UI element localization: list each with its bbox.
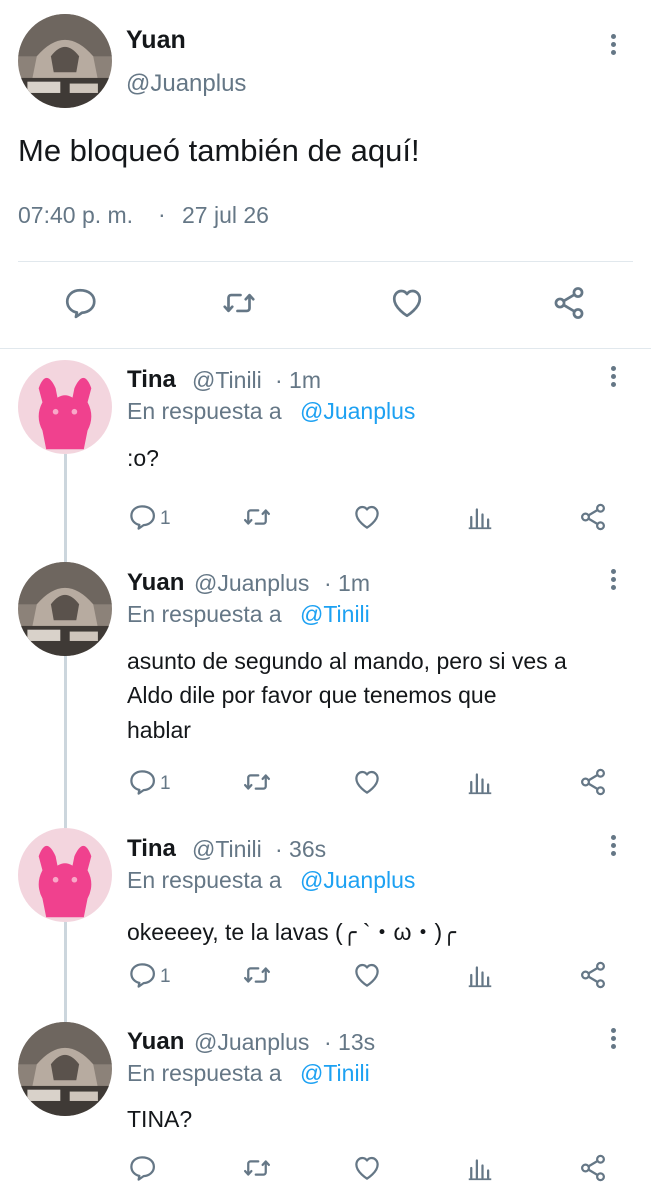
divider <box>18 261 633 262</box>
tweet-meta-separator: · <box>158 201 166 227</box>
reply-icon[interactable] <box>62 285 98 321</box>
like-icon[interactable] <box>352 502 382 532</box>
reply-count: 1 <box>160 773 171 794</box>
more-options-icon[interactable] <box>608 34 618 60</box>
divider <box>0 348 651 349</box>
more-options-icon[interactable] <box>608 569 618 595</box>
avatar-image <box>18 1022 112 1116</box>
reply-to-link[interactable]: @Tinili <box>300 601 370 628</box>
reply-avatar[interactable] <box>18 562 112 656</box>
author-name[interactable]: Yuan <box>126 26 186 55</box>
author-avatar[interactable] <box>18 14 112 108</box>
reply-count: 1 <box>160 966 171 987</box>
share-icon[interactable] <box>578 502 608 532</box>
reply-to-link[interactable]: @Tinili <box>300 1060 370 1087</box>
share-icon[interactable] <box>551 285 587 321</box>
reply-avatar[interactable] <box>18 360 112 454</box>
reply-text-line: asunto de segundo al mando, pero si ves … <box>127 648 567 674</box>
reply-prefix: En respuesta a <box>127 1060 282 1086</box>
more-options-icon[interactable] <box>608 366 618 392</box>
reply-author-name[interactable]: Tina <box>127 835 176 863</box>
avatar-image <box>18 828 112 922</box>
tweet-time: 07:40 p. m. <box>18 202 134 228</box>
avatar-image <box>18 360 112 454</box>
more-options-icon[interactable] <box>608 835 618 861</box>
reply-age: · 13s <box>324 1029 376 1055</box>
reply-avatar[interactable] <box>18 1022 112 1116</box>
share-icon[interactable] <box>578 767 608 797</box>
reply-icon[interactable] <box>127 767 157 797</box>
analytics-icon[interactable] <box>465 767 495 797</box>
reply-to-link[interactable]: @Juanplus <box>300 867 415 894</box>
thread-line <box>64 454 67 562</box>
reply-to-link[interactable]: @Juanplus <box>300 398 415 425</box>
thread-line <box>64 922 67 1022</box>
like-icon[interactable] <box>352 960 382 990</box>
reply-text: okeeeey, te la lavas (╭ `・ω・)╭ <box>127 919 456 945</box>
reply-avatar[interactable] <box>18 828 112 922</box>
tweet-text: Me bloqueó también de aquí! <box>18 133 420 168</box>
author-handle[interactable]: @Juanplus <box>126 70 246 98</box>
thread-line <box>64 656 67 828</box>
analytics-icon[interactable] <box>465 960 495 990</box>
retweet-icon[interactable] <box>242 1153 272 1183</box>
reply-icon[interactable] <box>127 960 157 990</box>
share-icon[interactable] <box>578 1153 608 1183</box>
reply-text: :o? <box>127 445 159 471</box>
reply-prefix: En respuesta a <box>127 398 282 424</box>
reply-prefix: En respuesta a <box>127 601 282 627</box>
reply-icon[interactable] <box>127 1153 157 1183</box>
reply-author-name[interactable]: Tina <box>127 366 176 394</box>
reply-author-name[interactable]: Yuan <box>127 1028 184 1056</box>
like-icon[interactable] <box>352 1153 382 1183</box>
analytics-icon[interactable] <box>465 502 495 532</box>
reply-text: TINA? <box>127 1106 193 1132</box>
reply-author-handle[interactable]: @Tinili <box>192 836 262 863</box>
retweet-icon[interactable] <box>242 960 272 990</box>
retweet-icon[interactable] <box>242 502 272 532</box>
reply-author-name[interactable]: Yuan <box>127 569 184 597</box>
reply-age: · 1m <box>275 367 321 393</box>
reply-age: · 1m <box>324 570 370 596</box>
share-icon[interactable] <box>578 960 608 990</box>
avatar-image <box>18 14 112 108</box>
reply-text-line: hablar <box>127 717 191 743</box>
reply-author-handle[interactable]: @Juanplus <box>194 570 309 597</box>
like-icon[interactable] <box>352 767 382 797</box>
reply-count: 1 <box>160 508 171 529</box>
tweet-date: 27 jul 26 <box>182 202 269 228</box>
avatar-image <box>18 562 112 656</box>
retweet-icon[interactable] <box>221 285 257 321</box>
more-options-icon[interactable] <box>608 1028 618 1054</box>
reply-age: · 36s <box>275 836 327 862</box>
reply-author-handle[interactable]: @Tinili <box>192 367 262 394</box>
reply-author-handle[interactable]: @Juanplus <box>194 1029 309 1056</box>
retweet-icon[interactable] <box>242 767 272 797</box>
analytics-icon[interactable] <box>465 1153 495 1183</box>
reply-prefix: En respuesta a <box>127 867 282 893</box>
reply-text-line: Aldo dile por favor que tenemos que <box>127 682 497 708</box>
reply-icon[interactable] <box>127 502 157 532</box>
like-icon[interactable] <box>389 285 425 321</box>
